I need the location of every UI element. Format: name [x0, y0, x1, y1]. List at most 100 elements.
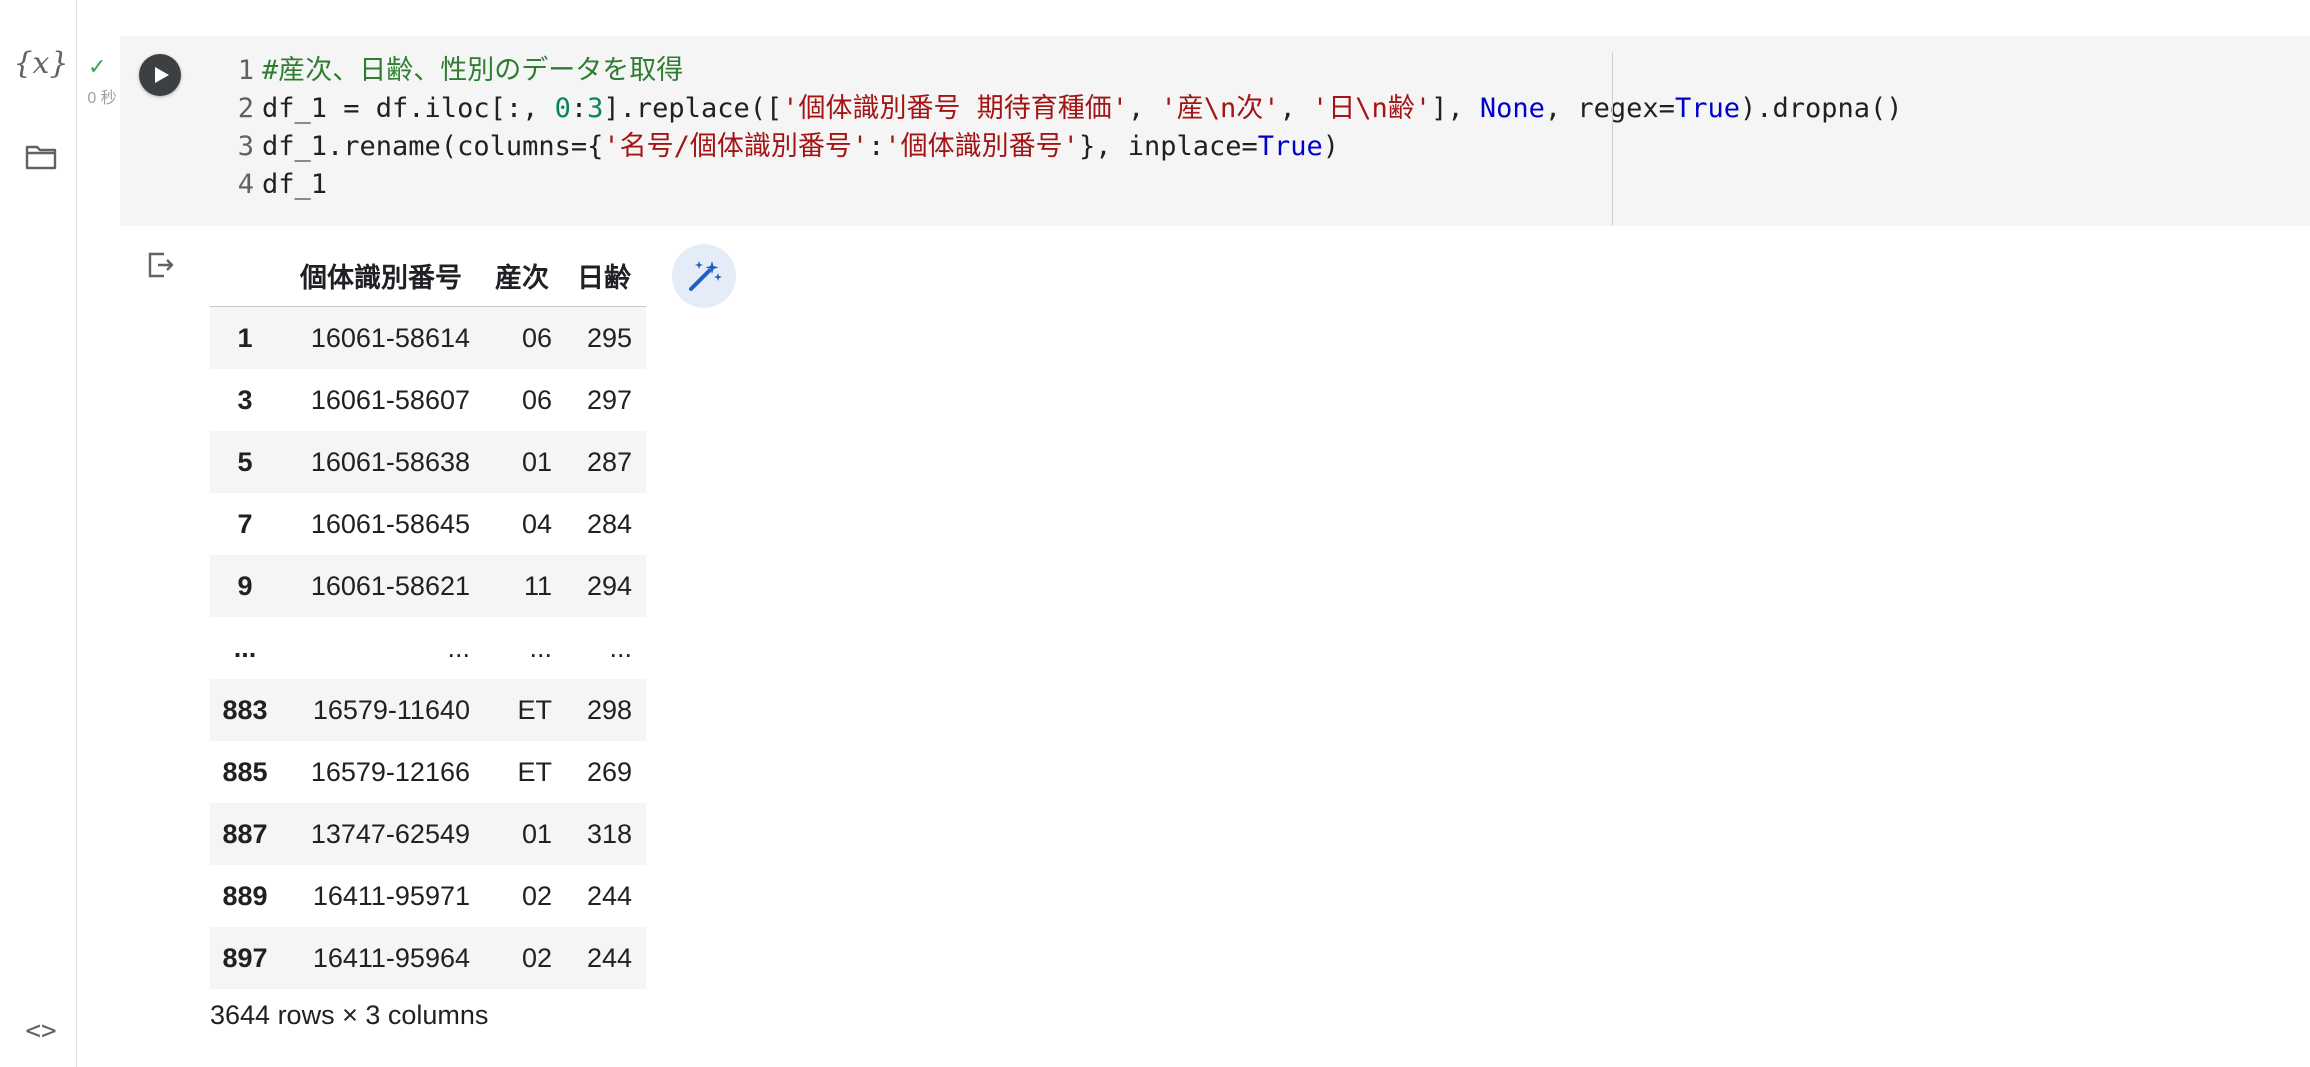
code-token: None — [1479, 93, 1545, 124]
table-row: ............ — [210, 617, 646, 679]
cell-individual-id: 16061-58645 — [310, 508, 470, 539]
code-token: ).dropna() — [1739, 93, 1903, 124]
cell-age-days: 294 — [586, 570, 632, 601]
table-row: 7 16061-58645 04 284 — [210, 493, 646, 555]
table-row: 9 16061-58621 11 294 — [210, 555, 646, 617]
cell-parity: 01 — [521, 446, 552, 477]
row-index: 9 — [237, 570, 253, 601]
cell-age-days: 318 — [586, 818, 632, 849]
code-snippets-icon[interactable]: <> — [20, 1010, 62, 1052]
code-token: df_1.rename(columns={ — [262, 131, 604, 162]
code-token: }, inplace= — [1078, 131, 1258, 162]
cell-age-days: 295 — [586, 322, 632, 353]
code-line[interactable]: 1 #産次、日齢、性別のデータを取得 — [218, 52, 1608, 90]
code-line[interactable]: 3 df_1.rename(columns={'名号/個体識別番号':'個体識別番… — [218, 128, 1608, 166]
cell-individual-id: 16411-95971 — [312, 880, 470, 911]
row-index: 887 — [222, 818, 268, 849]
cell-parity: ET — [517, 756, 552, 787]
code-token: : — [868, 131, 885, 162]
column-header-index — [210, 244, 280, 307]
table-row: 3 16061-58607 06 297 — [210, 369, 646, 431]
cell-parity: 06 — [521, 384, 552, 415]
table-row: 1 16061-58614 06 295 — [210, 306, 646, 369]
execution-time: 0 秒 — [87, 90, 117, 107]
cell-individual-id: 13747-62549 — [310, 818, 470, 849]
cell-age-days: 244 — [586, 880, 632, 911]
row-index: 7 — [237, 508, 253, 539]
cell-individual-id: 16061-58614 — [310, 322, 470, 353]
code-token: 0 — [554, 93, 571, 124]
code-editor[interactable]: 1 #産次、日齢、性別のデータを取得 2 df_1 = df.iloc[:, 0:3]… — [218, 52, 1903, 204]
row-index: ... — [233, 632, 257, 663]
cell-parity: ... — [529, 632, 552, 663]
editor-ruler — [1612, 52, 1613, 226]
row-index: 1 — [237, 322, 253, 353]
code-line[interactable]: 4 df_1 — [218, 166, 1608, 204]
check-icon: ✓ — [88, 54, 107, 79]
cell-individual-id: 16061-58607 — [310, 384, 470, 415]
magic-wand-button[interactable] — [672, 244, 736, 308]
line-number: 4 — [237, 169, 254, 200]
code-token: df_1 — [262, 169, 328, 200]
table-header-row: 個体識別番号 産次 日齢 — [210, 244, 646, 307]
cell-age-days: 287 — [586, 446, 632, 477]
cell-individual-id: 16579-11640 — [312, 694, 470, 725]
cell-age-days: 298 — [586, 694, 632, 725]
magic-wand-icon — [689, 261, 722, 291]
code-token: ) — [1322, 131, 1340, 162]
code-token: '個体識別番号 期待育種価' — [782, 93, 1128, 124]
row-index: 883 — [222, 694, 268, 725]
table-row: 887 13747-62549 01 318 — [210, 803, 646, 865]
play-icon — [154, 67, 169, 83]
line-number: 2 — [237, 93, 254, 124]
cell-individual-id: 16061-58638 — [310, 446, 470, 477]
code-token: '個体識別番号' — [884, 131, 1079, 162]
line-number: 1 — [237, 55, 254, 86]
column-header-age-days: 日齢 — [562, 244, 646, 307]
code-token: , regex= — [1544, 93, 1675, 124]
cell-parity: 02 — [521, 942, 552, 973]
code-token: '日\n齢' — [1312, 93, 1432, 124]
table-row: 889 16411-95971 02 244 — [210, 865, 646, 927]
cell-age-days: 269 — [586, 756, 632, 787]
code-token: '産\n次' — [1160, 93, 1280, 124]
row-index: 889 — [222, 880, 268, 911]
cell-age-days: 297 — [586, 384, 632, 415]
row-index: 885 — [222, 756, 268, 787]
column-header-parity: 産次 — [482, 244, 562, 307]
cell-parity: 04 — [521, 508, 552, 539]
variables-icon[interactable]: {x} — [13, 42, 68, 84]
cell-individual-id: 16411-95964 — [312, 942, 470, 973]
code-token: df_1 = df.iloc[:, — [262, 93, 555, 124]
row-index: 897 — [222, 942, 268, 973]
table-row: 883 16579-11640 ET 298 — [210, 679, 646, 741]
code-token: True — [1674, 93, 1740, 124]
dataframe-table: 個体識別番号 産次 日齢 1 16061-58614 06 295 3 16061-586… — [210, 244, 646, 989]
left-sidebar: {x} <> — [0, 0, 77, 1067]
code-token: '名号/個体識別番号' — [603, 131, 869, 162]
row-index: 5 — [237, 446, 253, 477]
cell-parity: 01 — [521, 818, 552, 849]
row-index: 3 — [237, 384, 253, 415]
code-token: , — [1127, 93, 1161, 124]
folder-icon[interactable] — [20, 136, 62, 178]
line-number: 3 — [237, 131, 254, 162]
code-token: 3 — [587, 93, 604, 124]
code-token: , — [1279, 93, 1313, 124]
code-token: : — [570, 93, 588, 124]
cell-parity: ET — [517, 694, 552, 725]
cell-parity: 02 — [521, 880, 552, 911]
cell-parity: 06 — [521, 322, 552, 353]
code-token: ], — [1431, 93, 1480, 124]
output-icon[interactable] — [146, 250, 176, 285]
cell-age-days: ... — [609, 632, 632, 663]
column-header-individual-id: 個体識別番号 — [280, 244, 482, 307]
table-row: 5 16061-58638 01 287 — [210, 431, 646, 493]
run-cell-button[interactable] — [139, 54, 181, 96]
table-row: 885 16579-12166 ET 269 — [210, 741, 646, 803]
dataframe-summary: 3644 rows × 3 columns — [210, 1000, 489, 1030]
cell-individual-id: 16579-12166 — [310, 756, 470, 787]
code-line[interactable]: 2 df_1 = df.iloc[:, 0:3].replace(['個体識別番号… — [218, 90, 1903, 128]
code-token: True — [1257, 131, 1323, 162]
cell-age-days: 244 — [586, 942, 632, 973]
